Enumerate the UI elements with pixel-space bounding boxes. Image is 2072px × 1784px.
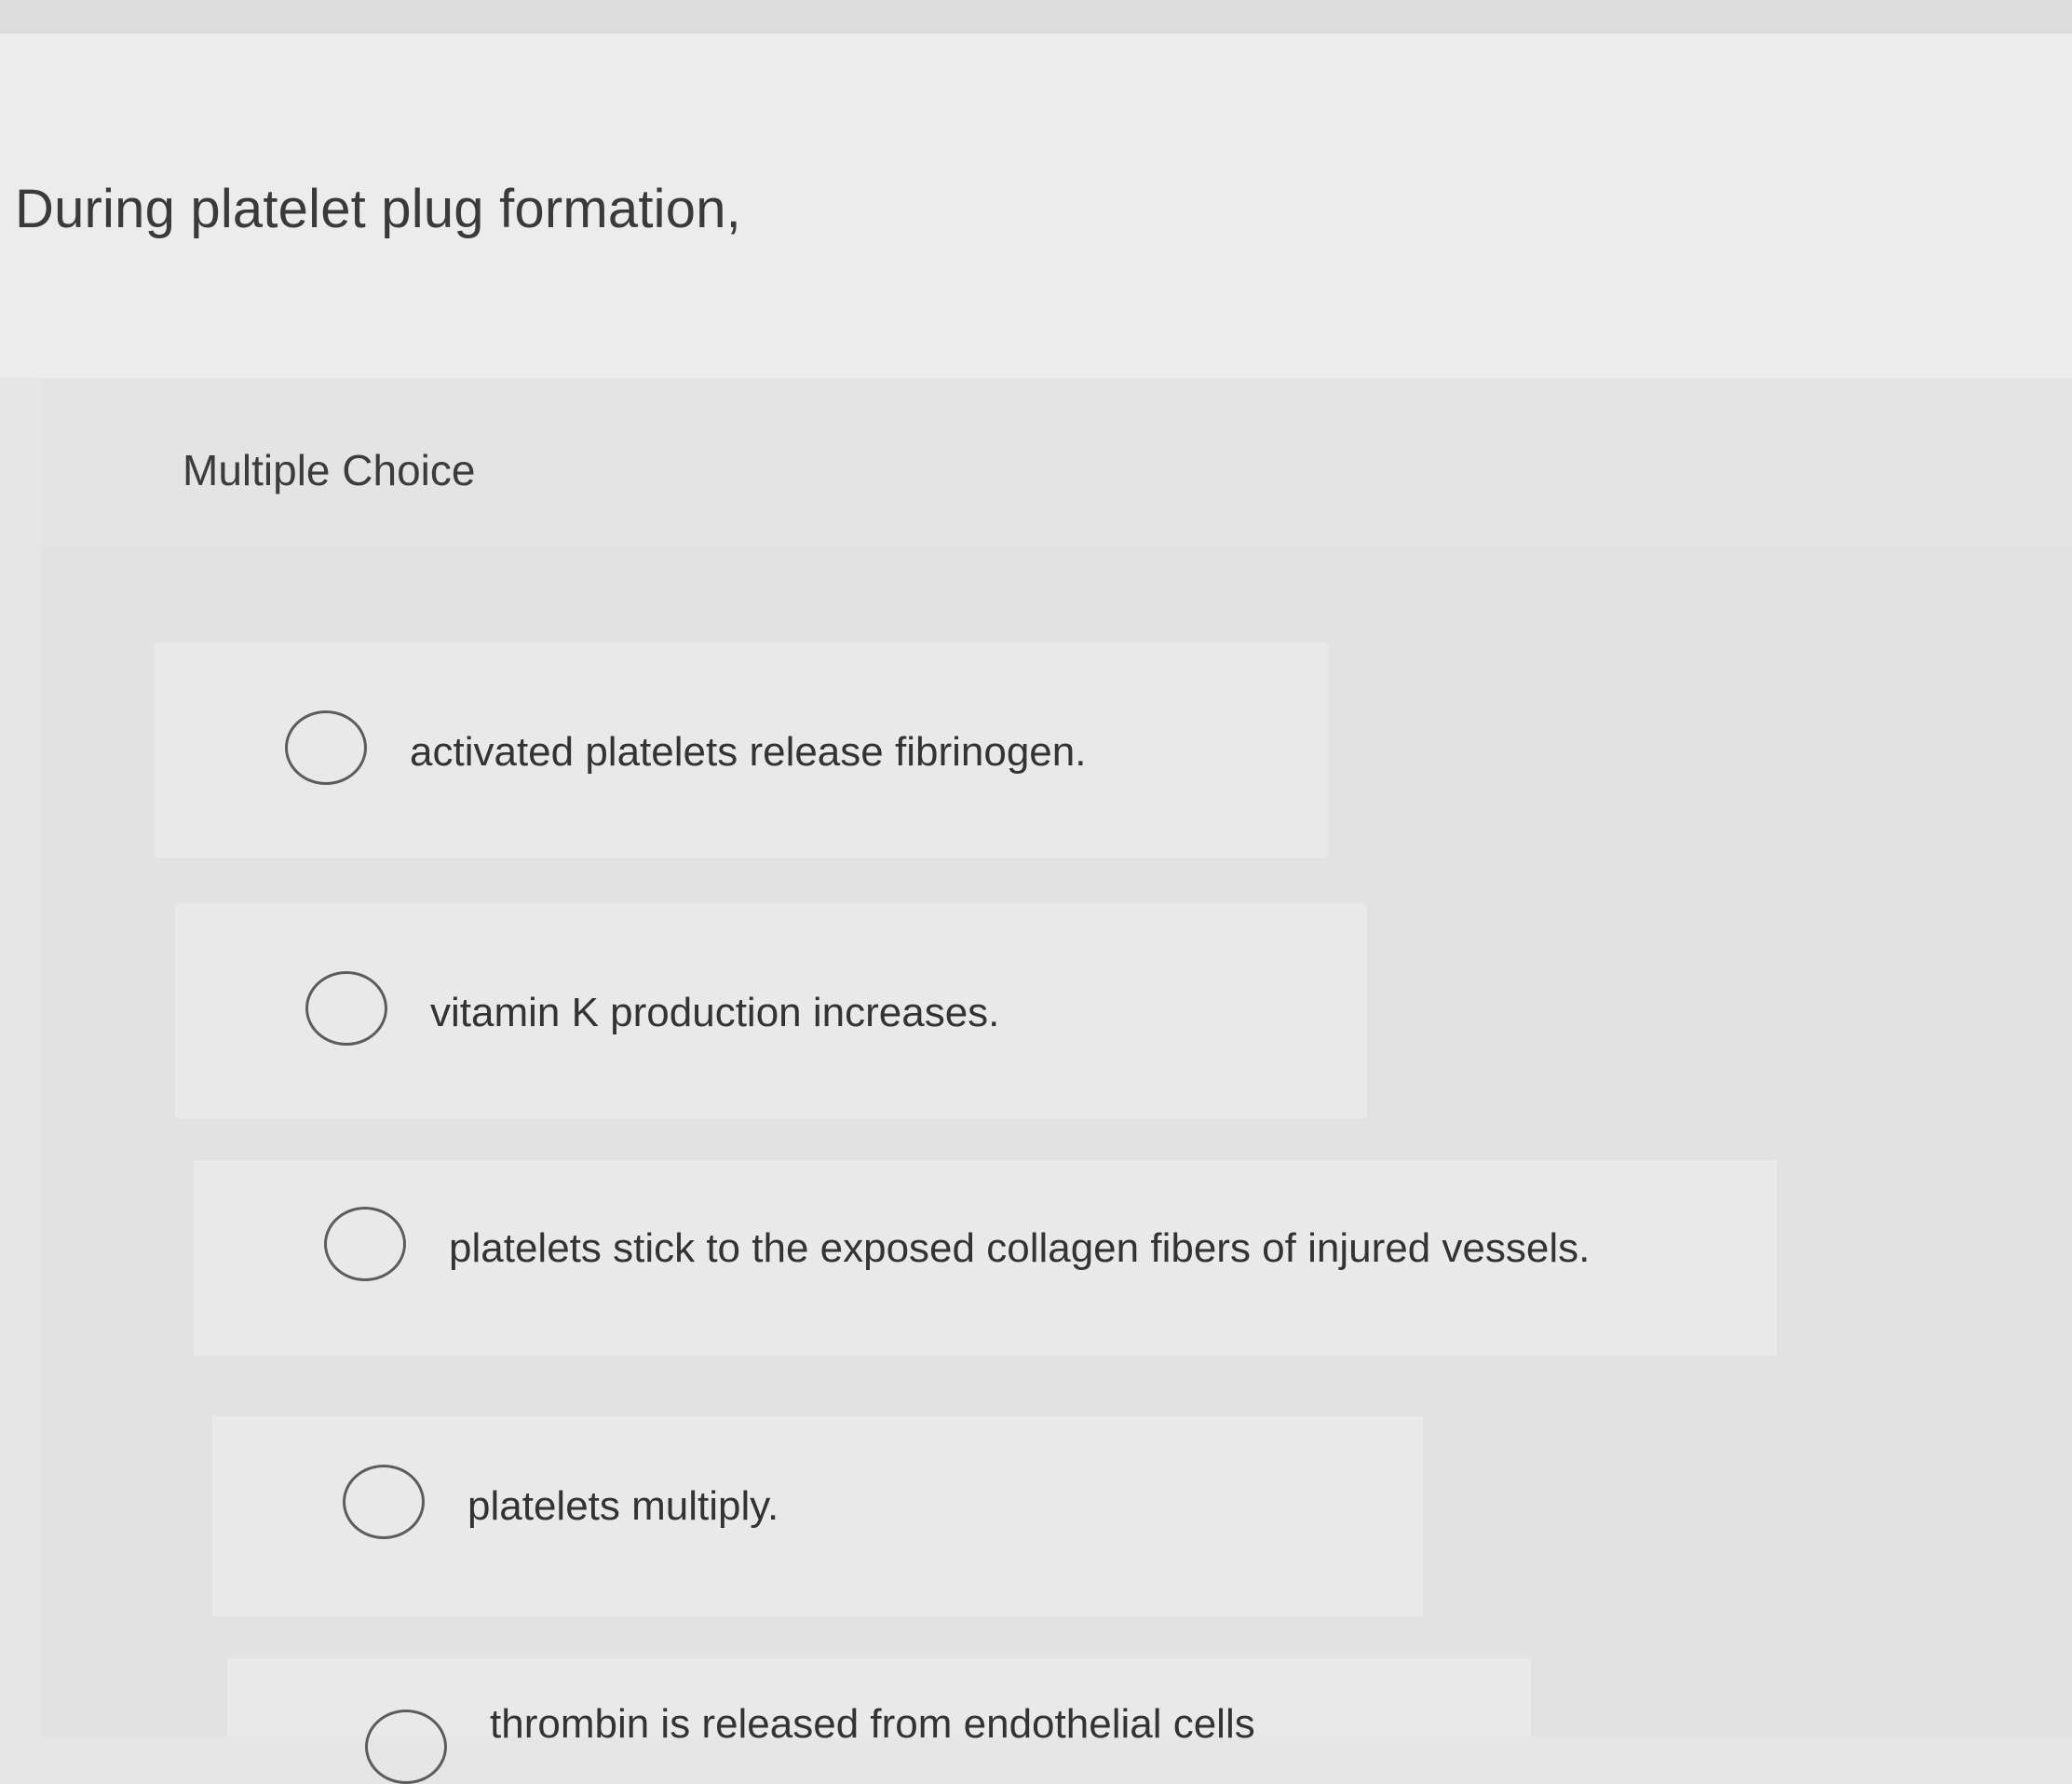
radio-button-icon[interactable] <box>365 1710 447 1784</box>
radio-button-icon[interactable] <box>343 1465 425 1539</box>
answer-option-3[interactable]: platelets stick to the exposed collagen … <box>194 1160 1777 1356</box>
answer-option-label: activated platelets release fibrinogen. <box>410 729 1087 775</box>
answer-option-label: platelets multiply. <box>467 1483 779 1529</box>
answer-option-label: platelets stick to the exposed collagen … <box>449 1225 1591 1271</box>
radio-button-icon[interactable] <box>285 710 367 785</box>
answer-option-2[interactable]: vitamin K production increases. <box>175 904 1367 1118</box>
answer-option-4[interactable]: platelets multiply. <box>212 1416 1423 1616</box>
radio-button-icon[interactable] <box>305 971 387 1046</box>
answer-option-5[interactable]: thrombin is released from endothelial ce… <box>227 1658 1531 1784</box>
radio-button-icon[interactable] <box>324 1207 406 1281</box>
multiple-choice-panel: Multiple Choice activated platelets rele… <box>41 378 2072 1784</box>
question-prompt: During platelet plug formation, <box>15 179 741 239</box>
top-strip <box>0 0 2072 34</box>
answer-option-label: vitamin K production increases. <box>430 990 1000 1035</box>
multiple-choice-header: Multiple Choice <box>41 378 2072 546</box>
answer-option-label: thrombin is released from endothelial ce… <box>490 1701 1255 1747</box>
answer-option-1[interactable]: activated platelets release fibrinogen. <box>155 643 1328 858</box>
multiple-choice-label: Multiple Choice <box>183 446 476 494</box>
question-area: During platelet plug formation, <box>0 34 2072 378</box>
